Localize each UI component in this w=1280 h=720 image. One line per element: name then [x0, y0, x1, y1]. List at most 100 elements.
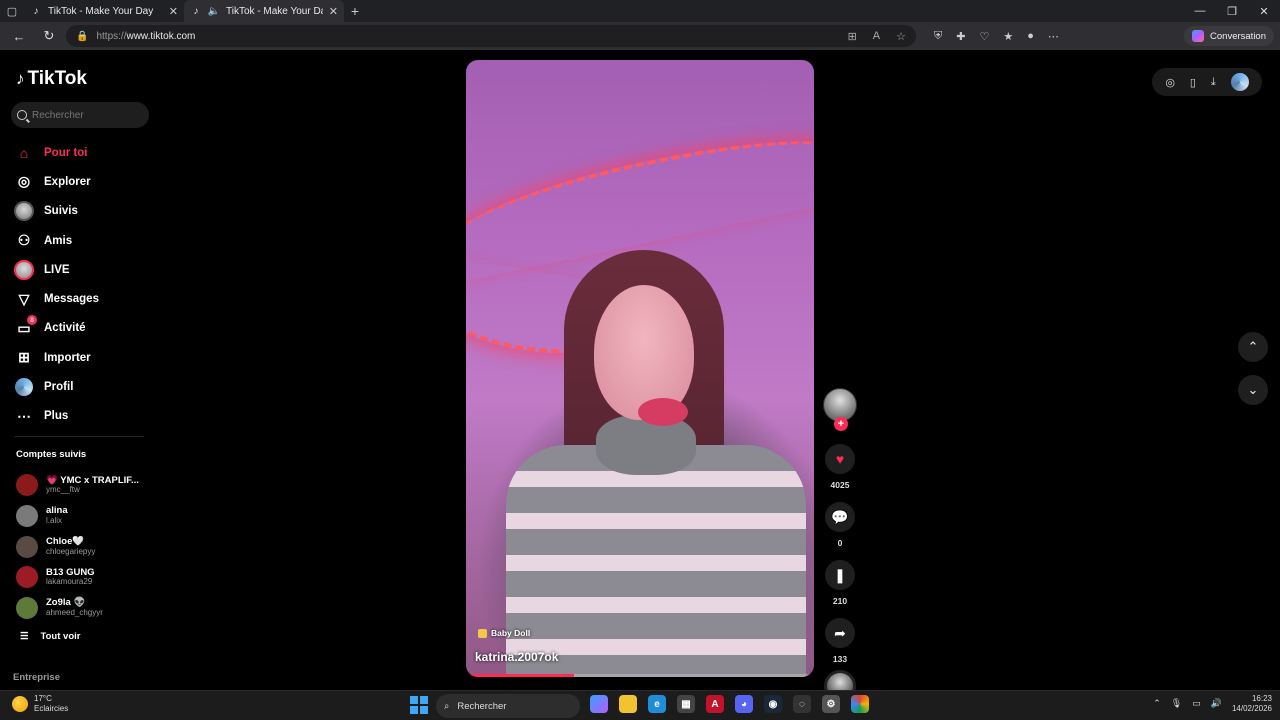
weather-widget[interactable]: 17°C Eclaircies: [12, 694, 68, 713]
shield-icon[interactable]: ⛨: [934, 30, 942, 43]
video-author[interactable]: katrina.2007ok: [475, 650, 558, 664]
video-player[interactable]: Baby Doll katrina.2007ok: [466, 60, 814, 677]
url-protocol: https://: [96, 30, 127, 42]
discord-icon[interactable]: ◕: [735, 695, 753, 713]
video-progress-bar[interactable]: [466, 674, 814, 677]
taskbar-search[interactable]: ⌕ Rechercher: [436, 694, 580, 718]
bookmark-icon[interactable]: ❚: [825, 560, 855, 590]
download-icon[interactable]: ⤓: [1211, 76, 1216, 89]
search-box[interactable]: [11, 102, 149, 128]
profile-avatar-icon[interactable]: ●: [1027, 30, 1034, 42]
comment-action[interactable]: 💬 0: [822, 502, 858, 548]
audio-playing-icon[interactable]: 🔈: [208, 5, 220, 17]
nav-item-plus[interactable]: ⋯ Plus: [14, 402, 154, 431]
more-options-icon[interactable]: ⋯: [1048, 30, 1059, 43]
url-host: www.tiktok.com: [126, 30, 196, 42]
chevron-up-icon: ⌃: [1247, 339, 1259, 354]
reload-button[interactable]: ↻: [36, 25, 62, 47]
nav-item-profil[interactable]: Profil: [14, 372, 154, 401]
footer-link-entreprise[interactable]: Entreprise: [13, 672, 60, 683]
nav-item-activite[interactable]: ▭ 8 Activité: [14, 314, 154, 343]
nav-item-amis[interactable]: ⚇ Amis: [14, 226, 154, 255]
nav-item-suivis[interactable]: Suivis: [14, 197, 154, 226]
url-actions: ⊞ A ☆: [848, 30, 906, 43]
window-controls: — ❐ ✕: [1184, 5, 1280, 18]
divider: [14, 436, 144, 437]
settings-gear-icon[interactable]: ⚙: [822, 695, 840, 713]
compass-icon: ◎: [17, 173, 31, 190]
taskbar-search-label: Rechercher: [457, 700, 507, 712]
chevron-up-icon[interactable]: ⌃: [1153, 698, 1161, 709]
save-count: 210: [832, 596, 848, 606]
read-aloud-icon[interactable]: A: [873, 30, 880, 43]
restore-icon[interactable]: ❐: [1216, 5, 1248, 18]
profile-avatar[interactable]: [1230, 73, 1249, 91]
acrobat-icon[interactable]: A: [706, 695, 724, 713]
browser-tab-1[interactable]: ♪ TikTok - Make Your Day ✕: [24, 0, 184, 22]
device-icon[interactable]: ▯: [1190, 76, 1196, 89]
edge-browser-icon[interactable]: e: [648, 695, 666, 713]
browser-tab-2[interactable]: ♪ 🔈 TikTok - Make Your Day ✕: [184, 0, 344, 22]
favorites-icon[interactable]: ★: [1003, 30, 1013, 43]
follow-plus-icon[interactable]: +: [834, 417, 848, 431]
copilot-app-icon[interactable]: [590, 695, 608, 713]
store-icon[interactable]: ▦: [677, 695, 695, 713]
friends-icon: ⚇: [17, 232, 31, 249]
back-button[interactable]: ←: [6, 25, 32, 47]
close-window-icon[interactable]: ✕: [1248, 5, 1280, 18]
following-account[interactable]: Chloe🤍 chloegariepyy: [16, 531, 156, 562]
upload-plus-icon: ⊞: [18, 349, 30, 366]
steam-icon[interactable]: ◉: [764, 695, 782, 713]
next-video-button[interactable]: ⌄: [1238, 375, 1268, 405]
app-available-icon[interactable]: ⊞: [848, 30, 857, 43]
close-tab-icon[interactable]: ✕: [169, 5, 178, 18]
nav-item-importer[interactable]: ⊞ Importer: [14, 343, 154, 372]
chrome-icon[interactable]: [851, 695, 869, 713]
video-subject-face: [594, 285, 694, 420]
nav-label: Explorer: [44, 175, 91, 188]
comment-icon[interactable]: 💬: [825, 502, 855, 532]
share-action[interactable]: ➦ 133: [822, 618, 858, 664]
see-all-button[interactable]: ☰ Tout voir: [16, 623, 156, 649]
new-tab-button[interactable]: +: [344, 3, 366, 19]
start-button[interactable]: [410, 696, 428, 714]
tab-actions-icon[interactable]: ▢: [0, 0, 24, 22]
share-count: 133: [832, 654, 848, 664]
following-account[interactable]: 💗 YMC x TRAPLIF... ymc__ftw: [16, 470, 156, 501]
nav-item-live[interactable]: LIVE: [14, 255, 154, 284]
coins-icon[interactable]: ◎: [1165, 76, 1175, 89]
sound-label[interactable]: Baby Doll: [478, 628, 530, 638]
url-field[interactable]: 🔒 https://www.tiktok.com ⊞ A ☆: [66, 25, 916, 47]
creator-avatar[interactable]: +: [823, 388, 857, 431]
following-account[interactable]: Zo9la 👽 ahmeed_chgyyr: [16, 593, 156, 624]
favorite-star-icon[interactable]: ☆: [896, 30, 906, 43]
nav-item-messages[interactable]: ▽ Messages: [14, 284, 154, 313]
search-input[interactable]: [32, 109, 142, 121]
app-icon[interactable]: ◌: [793, 695, 811, 713]
avatar: [16, 474, 38, 497]
heart-icon[interactable]: ♥: [825, 444, 855, 474]
following-account[interactable]: B13 GUNG lakamoura29: [16, 562, 156, 593]
extensions-icon[interactable]: ✚: [956, 30, 965, 43]
minimize-icon[interactable]: —: [1184, 5, 1216, 18]
time: 16:23: [1251, 694, 1272, 703]
nav-label: LIVE: [44, 263, 70, 276]
network-icon[interactable]: ▭: [1192, 698, 1201, 709]
performance-icon[interactable]: ♡: [979, 30, 989, 43]
previous-video-button[interactable]: ⌃: [1238, 332, 1268, 362]
volume-icon[interactable]: 🔊: [1211, 698, 1222, 709]
following-account[interactable]: alina l.alix: [16, 501, 156, 532]
like-action[interactable]: ♥ 4025: [822, 444, 858, 490]
nav-item-pour-toi[interactable]: ⌂ Pour toi: [14, 138, 154, 167]
clock[interactable]: 16:23 14/02/2026: [1232, 694, 1272, 713]
share-arrow-icon[interactable]: ➦: [825, 618, 855, 648]
tiktok-logo[interactable]: ♪ TikTok: [16, 68, 87, 90]
conversation-button[interactable]: Conversation: [1184, 26, 1274, 46]
date: 14/02/2026: [1231, 703, 1272, 713]
save-action[interactable]: ❚ 210: [822, 560, 858, 606]
lock-icon[interactable]: 🔒: [76, 31, 88, 42]
nav-item-explorer[interactable]: ◎ Explorer: [14, 167, 154, 196]
microphone-icon[interactable]: 🎙: [1171, 698, 1182, 709]
close-tab-icon[interactable]: ✕: [329, 5, 338, 18]
file-explorer-icon[interactable]: [619, 695, 637, 713]
